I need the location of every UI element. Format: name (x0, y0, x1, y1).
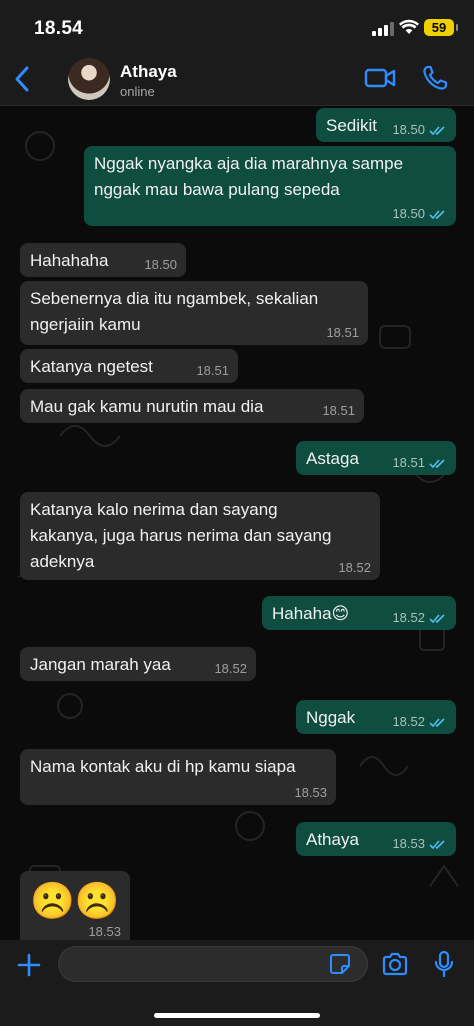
message-input[interactable] (58, 946, 368, 982)
battery-icon: 59 (424, 19, 458, 36)
read-receipt-icon (429, 717, 445, 727)
message-meta: 18.50 (144, 258, 177, 272)
message-bubble-incoming[interactable]: Katanya ngetest 18.51 (20, 349, 238, 383)
message-bubble-outgoing[interactable]: Sedikit 18.50 (316, 108, 456, 142)
message-bubble-outgoing[interactable]: Athaya 18.53 (296, 822, 456, 856)
message-meta: 18.51 (322, 404, 355, 418)
message-bubble-incoming[interactable]: Jangan marah yaa 18.52 (20, 647, 256, 681)
message-time: 18.52 (338, 560, 371, 575)
read-receipt-icon (429, 458, 445, 468)
home-indicator (154, 1013, 320, 1018)
message-time: 18.53 (294, 785, 327, 800)
message-time: 18.51 (196, 363, 229, 378)
message-time: 18.53 (88, 924, 121, 939)
message-text: Hahaha😊 (272, 604, 350, 623)
message-meta: 18.51 (196, 364, 229, 378)
message-text: Jangan marah yaa (30, 655, 171, 674)
read-receipt-icon (429, 839, 445, 849)
message-bubble-incoming[interactable]: ☹️☹️ 18.53 (20, 871, 130, 940)
message-bubble-incoming[interactable]: Nama kontak aku di hp kamu siapa 18.53 (20, 749, 336, 805)
message-time: 18.51 (392, 455, 425, 470)
message-time: 18.53 (392, 836, 425, 851)
message-meta: 18.53 (294, 786, 327, 800)
chat-header: Athaya online (0, 50, 474, 106)
message-meta: 18.51 (392, 456, 447, 470)
message-bubble-incoming[interactable]: Hahahaha 18.50 (20, 243, 186, 277)
message-time: 18.50 (392, 206, 425, 221)
message-text: ☹️☹️ (30, 880, 120, 921)
message-text: Katanya ngetest (30, 357, 153, 376)
camera-button[interactable] (381, 952, 409, 976)
message-text: Mau gak kamu nurutin mau dia (30, 397, 264, 416)
message-bubble-incoming[interactable]: Mau gak kamu nurutin mau dia 18.51 (20, 389, 364, 423)
message-text: Hahahaha (30, 251, 109, 270)
read-receipt-icon (429, 613, 445, 623)
message-text: Athaya (306, 830, 359, 849)
message-text: Astaga (306, 449, 359, 468)
wifi-icon (399, 19, 419, 34)
cellular-signal-icon (372, 22, 394, 36)
message-meta: 18.52 (392, 611, 447, 625)
status-time: 18.54 (34, 18, 84, 39)
message-text: Nggak nyangka aja dia marahnya sampe ngg… (94, 154, 404, 199)
message-time: 18.50 (144, 257, 177, 272)
back-button[interactable] (12, 64, 34, 94)
chat-area[interactable]: Sedikit 18.50 Nggak nyangka aja dia mara… (0, 106, 474, 940)
read-receipt-icon (429, 125, 445, 135)
message-meta: 18.52 (392, 715, 447, 729)
message-meta: 18.50 (392, 207, 447, 221)
message-text: Nggak (306, 708, 356, 727)
attach-plus-button[interactable] (16, 952, 42, 978)
message-meta: 18.50 (392, 123, 447, 137)
message-time: 18.52 (392, 610, 425, 625)
status-bar: 18.54 59 (0, 0, 474, 50)
contact-status: online (120, 84, 155, 99)
message-meta: 18.52 (338, 561, 371, 575)
message-time: 18.52 (214, 661, 247, 676)
message-time: 18.52 (392, 714, 425, 729)
message-time: 18.51 (326, 325, 359, 340)
message-bubble-outgoing[interactable]: Nggak nyangka aja dia marahnya sampe ngg… (84, 146, 456, 226)
contact-name[interactable]: Athaya (120, 62, 177, 82)
read-receipt-icon (429, 209, 445, 219)
message-text: Nama kontak aku di hp kamu siapa (30, 757, 296, 776)
microphone-button[interactable] (434, 950, 454, 978)
message-text: Sedikit (326, 116, 378, 135)
message-bubble-incoming[interactable]: Katanya kalo nerima dan sayang kakanya, … (20, 492, 380, 580)
message-time: 18.51 (322, 403, 355, 418)
avatar[interactable] (68, 58, 110, 100)
message-text: Sebenernya dia itu ngambek, sekalian nge… (30, 289, 319, 334)
message-bubble-incoming[interactable]: Sebenernya dia itu ngambek, sekalian nge… (20, 281, 368, 345)
message-meta: 18.51 (326, 326, 359, 340)
voice-call-button[interactable] (422, 65, 448, 91)
sticker-button[interactable] (329, 953, 351, 975)
message-bubble-outgoing[interactable]: Astaga 18.51 (296, 441, 456, 475)
message-compose-bar (0, 940, 474, 1026)
message-time: 18.50 (392, 122, 425, 137)
message-meta: 18.53 (88, 925, 121, 939)
message-meta: 18.53 (392, 837, 447, 851)
message-meta: 18.52 (214, 662, 247, 676)
message-text: Katanya kalo nerima dan sayang kakanya, … (30, 500, 332, 571)
video-call-button[interactable] (364, 67, 396, 89)
message-bubble-outgoing[interactable]: Hahaha😊 18.52 (262, 596, 456, 630)
message-bubble-outgoing[interactable]: Nggak 18.52 (296, 700, 456, 734)
